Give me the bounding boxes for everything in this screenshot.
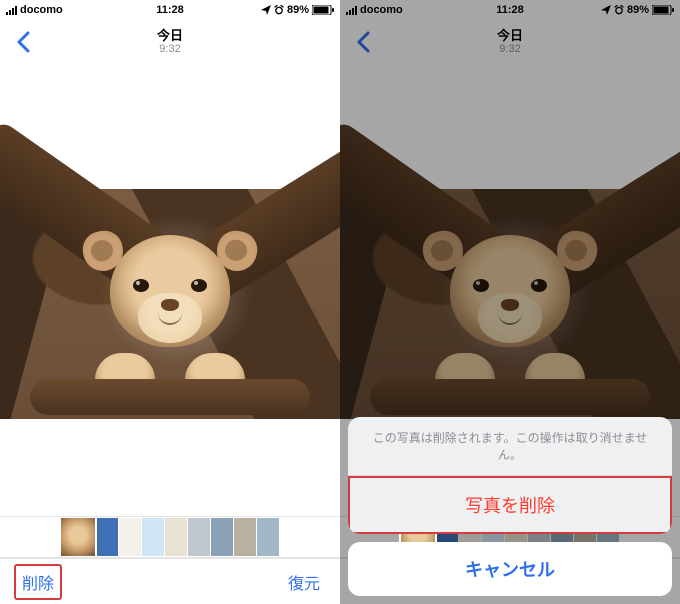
signal-icon (6, 6, 17, 15)
back-button[interactable] (8, 27, 38, 57)
action-sheet: この写真は削除されます。この操作は取り消せません。 写真を削除 キャンセル (348, 417, 672, 596)
battery-text: 89% (287, 4, 309, 16)
carrier-label: docomo (20, 4, 63, 16)
action-sheet-message: この写真は削除されます。この操作は取り消せません。 (348, 417, 672, 476)
thumbnail[interactable] (234, 518, 256, 556)
nav-title: 今日 9:32 (157, 29, 183, 55)
status-bar: docomo 11:28 89% (0, 0, 340, 20)
delete-button[interactable]: 削除 (14, 564, 62, 600)
thumbnail-selected[interactable] (61, 518, 95, 556)
thumbnail-strip[interactable] (0, 516, 340, 558)
nav-bar: 今日 9:32 (0, 20, 340, 64)
thumbnail[interactable] (165, 518, 187, 556)
location-icon (261, 5, 271, 15)
chevron-left-icon (16, 31, 30, 53)
recover-button[interactable]: 復元 (282, 566, 326, 598)
thumbnail[interactable] (257, 518, 279, 556)
delete-photo-button[interactable]: 写真を削除 (348, 476, 672, 534)
photo-viewer[interactable] (0, 64, 340, 514)
thumbnail[interactable] (211, 518, 233, 556)
thumbnail[interactable] (96, 518, 118, 556)
screen-delete-confirm: docomo 11:28 89% (340, 0, 680, 604)
thumbnail[interactable] (188, 518, 210, 556)
status-clock: 11:28 (156, 4, 184, 16)
thumbnail[interactable] (142, 518, 164, 556)
screen-photo-detail: docomo 11:28 89% (0, 0, 340, 604)
battery-icon (312, 5, 334, 15)
cancel-button[interactable]: キャンセル (348, 542, 672, 596)
bottom-toolbar: 削除 復元 (0, 558, 340, 604)
nav-day-label: 今日 (157, 29, 183, 43)
alarm-icon (274, 5, 284, 15)
thumbnail[interactable] (119, 518, 141, 556)
nav-time-label: 9:32 (157, 43, 183, 55)
photo-lion-cub (0, 189, 340, 419)
